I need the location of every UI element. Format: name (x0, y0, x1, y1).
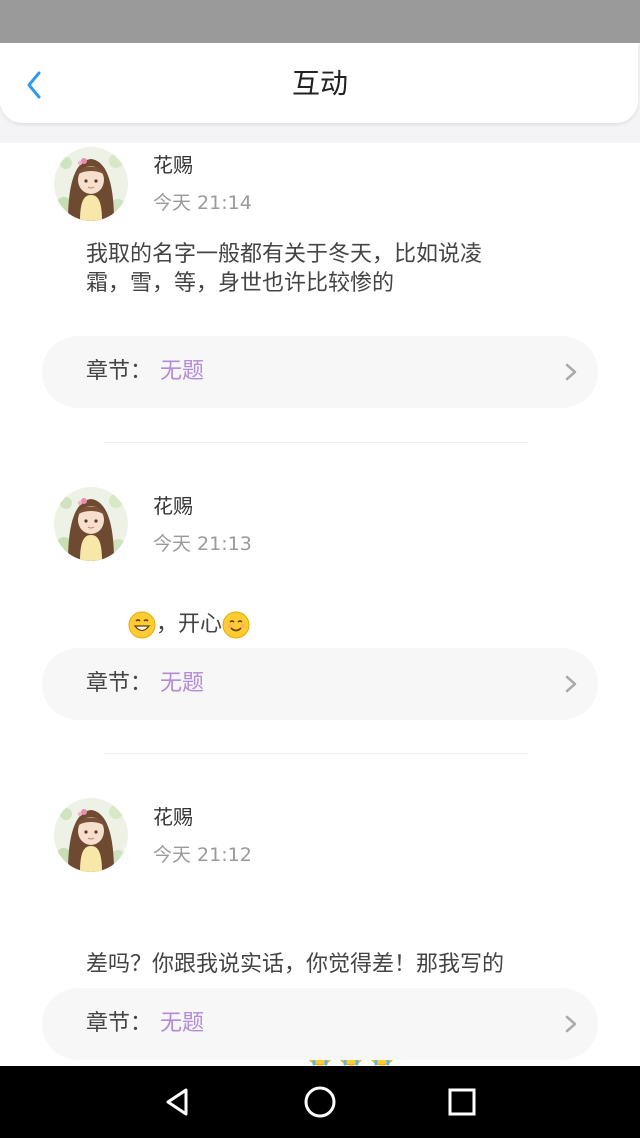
comment-feed[interactable]: 花赐 今天 21:14 我取的名字一般都有关于冬天，比如说凌 霜，雪，等，身世也… (0, 143, 640, 1066)
avatar[interactable] (54, 147, 128, 221)
smiling-face-icon (222, 611, 250, 639)
header: 互动 (0, 43, 640, 143)
page-title: 互动 (291, 67, 348, 100)
chapter-title: 无题 (160, 359, 205, 384)
chapter-title: 无题 (160, 1011, 205, 1036)
comment-timestamp: 今天 21:14 (153, 192, 252, 214)
divider (104, 753, 528, 754)
grinning-face-icon (128, 611, 156, 639)
divider (104, 442, 528, 443)
comment-text: 我取的名字一般都有关于冬天，比如说凌 霜，雪，等，身世也许比较惨的 (86, 242, 483, 296)
comment-text-body: ，开心 (155, 612, 222, 637)
system-navigation-bar (0, 1066, 640, 1138)
square-recents-icon[interactable] (442, 1082, 482, 1122)
comment-timestamp: 今天 21:12 (153, 844, 252, 866)
comment-item: 花赐 今天 21:12 差吗？你跟我说实话，你觉得差！那我写的 算什么东西？伤心… (0, 795, 640, 1066)
status-bar (0, 0, 640, 43)
circle-home-icon[interactable] (300, 1082, 340, 1122)
chevron-right-icon (565, 675, 577, 693)
chevron-right-icon (565, 363, 577, 381)
chevron-right-icon (565, 1015, 577, 1033)
chapter-title: 无题 (160, 671, 205, 696)
comment-username[interactable]: 花赐 (153, 804, 193, 830)
chapter-link[interactable]: 章节： 无题 (42, 648, 598, 720)
avatar[interactable] (54, 798, 128, 872)
chapter-link[interactable]: 章节： 无题 (42, 336, 598, 408)
comment-username[interactable]: 花赐 (153, 152, 193, 178)
chapter-label: 章节： (86, 1011, 153, 1036)
comment-text-line: 差吗？你跟我说实话，你觉得差！那我写的 (86, 952, 505, 977)
comment-username[interactable]: 花赐 (153, 493, 193, 519)
avatar[interactable] (54, 487, 128, 561)
comment-item: 花赐 今天 21:14 我取的名字一般都有关于冬天，比如说凌 霜，雪，等，身世也… (0, 143, 640, 443)
comment-timestamp: 今天 21:13 (153, 533, 252, 555)
chapter-label: 章节： (86, 359, 153, 384)
header-card: 互动 (0, 43, 638, 123)
chapter-label: 章节： (86, 671, 153, 696)
triangle-back-icon[interactable] (158, 1082, 198, 1122)
chapter-link[interactable]: 章节： 无题 (42, 988, 598, 1060)
comment-item: 花赐 今天 21:13 ，开心 章节： 无题 (0, 485, 640, 725)
